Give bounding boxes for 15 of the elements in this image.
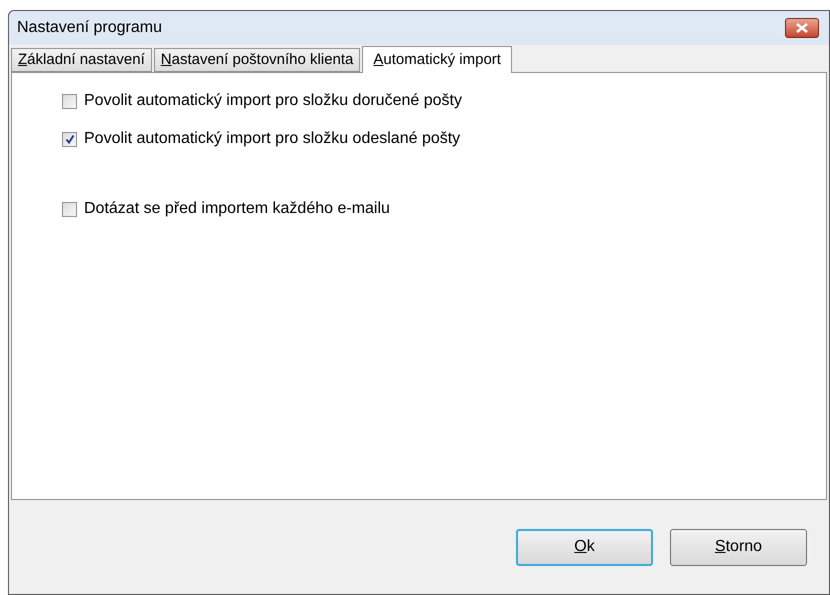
tab[interactable]: Základní nastavení [11,48,152,72]
checkbox[interactable] [62,202,77,216]
window-title: Nastavení programu [17,18,162,38]
checkbox-label: Povolit automatický import pro složku doručené pošty [84,91,462,111]
checkbox-label: Povolit automatický import pro složku odeslané pošty [84,129,460,149]
checkbox[interactable] [62,132,77,146]
dialog-button[interactable]: Storno [670,528,807,566]
close-icon [796,23,808,33]
dialog-button[interactable]: Ok [516,528,653,566]
tab[interactable]: Nastavení poštovního klienta [154,48,360,72]
checkbox[interactable] [62,94,77,108]
checkbox-label: Dotázat se před importem každého e-mailu [84,199,390,219]
check-icon [64,134,74,144]
tab[interactable]: Automatický import [362,46,512,73]
close-button[interactable] [785,18,819,38]
